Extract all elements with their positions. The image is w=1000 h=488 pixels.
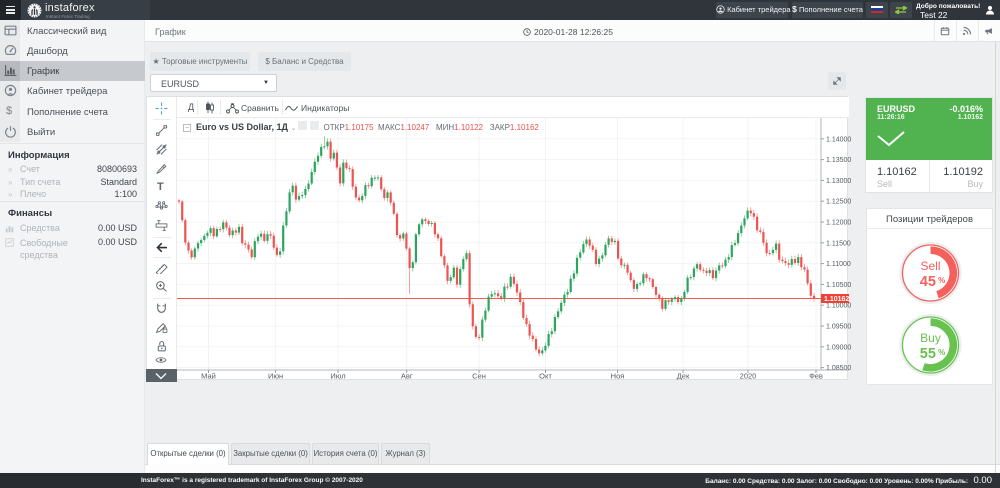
svg-text:1.12500: 1.12500 [826, 199, 851, 206]
svg-text:1.10000: 1.10000 [826, 303, 851, 310]
svg-text:1.08500: 1.08500 [826, 365, 851, 372]
svg-text:Авг: Авг [401, 372, 413, 381]
svg-text:1.10500: 1.10500 [826, 282, 851, 289]
svg-text:1.11500: 1.11500 [826, 240, 851, 247]
svg-text:1.11000: 1.11000 [826, 261, 851, 268]
svg-text:1.14000: 1.14000 [826, 136, 851, 143]
svg-text:1.12000: 1.12000 [826, 220, 851, 227]
svg-text:2020: 2020 [740, 372, 757, 381]
svg-text:Дек: Дек [677, 372, 690, 381]
svg-text:1.09000: 1.09000 [826, 344, 851, 351]
svg-text:Buy: Buy [920, 331, 941, 345]
svg-text:Май: Май [201, 372, 216, 381]
svg-text:Фев: Фев [809, 372, 823, 381]
svg-text:Sell: Sell [920, 259, 940, 273]
svg-text:Ноя: Ноя [611, 372, 625, 381]
svg-text:Июн: Июн [268, 372, 283, 381]
svg-text:1.13000: 1.13000 [826, 178, 851, 185]
svg-text:Июл: Июл [330, 372, 345, 381]
svg-text:1.10162: 1.10162 [824, 296, 849, 303]
svg-text:1.13500: 1.13500 [826, 157, 851, 164]
svg-text:Окт: Окт [539, 372, 552, 381]
svg-text:1.09500: 1.09500 [826, 324, 851, 331]
svg-text:Сен: Сен [472, 372, 486, 381]
